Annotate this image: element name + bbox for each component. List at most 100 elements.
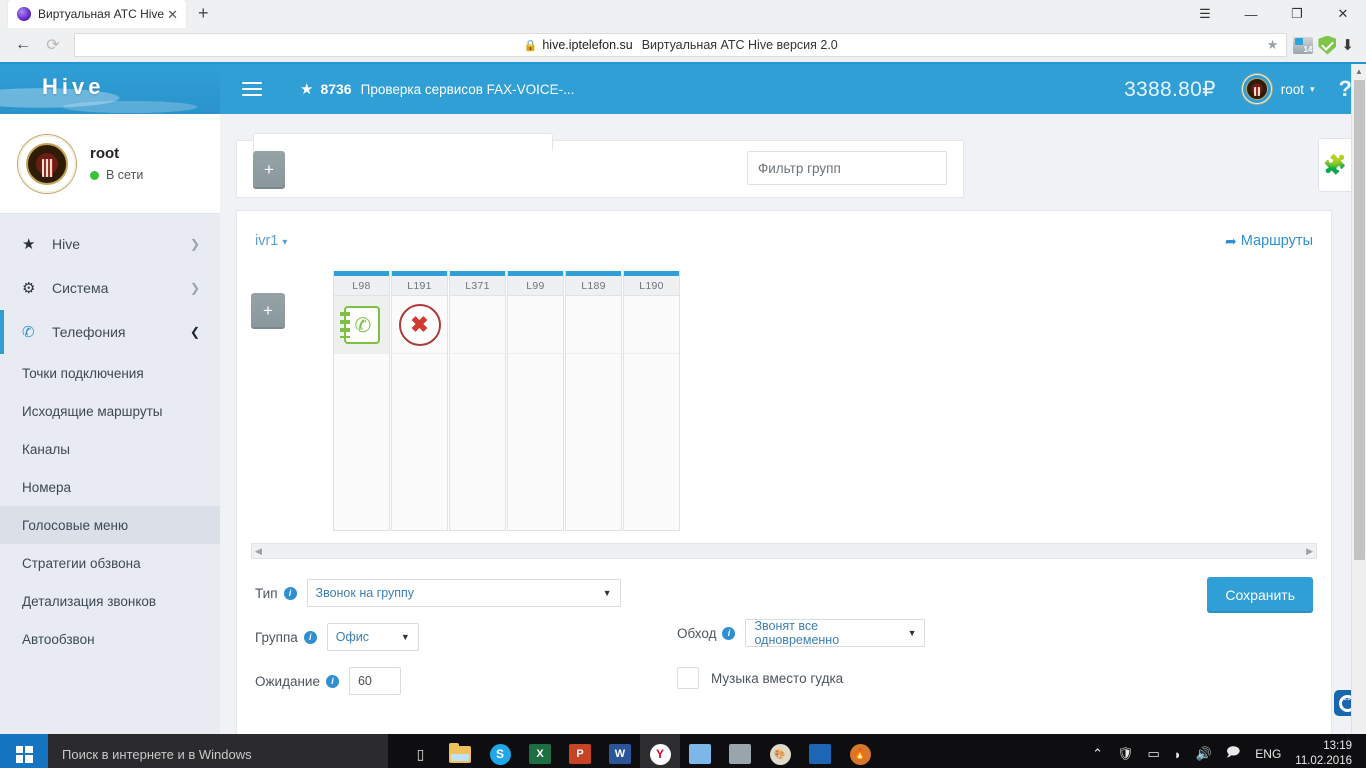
info-icon[interactable]: i <box>283 586 297 600</box>
taskbar-app-paint[interactable]: 🎨 <box>760 734 800 768</box>
address-bar[interactable]: 🔒 hive.iptelefon.su Виртуальная АТС Hive… <box>74 33 1288 57</box>
column-header: L189 <box>566 276 621 296</box>
sidebar-item-autodial[interactable]: Автообзвон <box>0 620 220 658</box>
tray-expand-icon[interactable]: ⌃ <box>1085 746 1110 762</box>
sidebar-item-voice-menus[interactable]: Голосовые меню <box>0 506 220 544</box>
maximize-icon[interactable]: ❐ <box>1274 0 1320 28</box>
ivr-cell[interactable] <box>624 296 679 354</box>
bypass-select[interactable]: Звонят все одновременно ▼ <box>745 619 926 647</box>
ivr-column[interactable]: L371 <box>449 271 506 531</box>
save-button[interactable]: Сохранить <box>1207 577 1313 613</box>
taskbar-app-monitor[interactable] <box>720 734 760 768</box>
info-icon[interactable]: i <box>325 674 339 688</box>
ivr-column[interactable]: L98 ✆ <box>333 271 390 531</box>
sidebar-item-label: Hive <box>52 236 81 252</box>
menu-icon[interactable] <box>242 78 262 100</box>
page-scrollbar[interactable]: ▲ <box>1351 64 1366 734</box>
close-icon[interactable]: ✕ <box>165 8 180 21</box>
sidebar-item-call-details[interactable]: Детализация звонков <box>0 582 220 620</box>
scrollbar-thumb[interactable] <box>1354 80 1365 560</box>
ivr-columns: L98 ✆ L191 ✖ L371 L99 L189 L190 <box>333 271 680 531</box>
routes-link[interactable]: ➦ Маршруты <box>1225 233 1313 250</box>
ivr-cell[interactable] <box>450 296 505 354</box>
ivr-cell[interactable] <box>508 296 563 354</box>
brand-logo-text: Hive <box>42 74 105 99</box>
chevron-down-icon: ▼ <box>602 588 612 598</box>
sidebar-subitem-label: Точки подключения <box>22 365 144 381</box>
sidebar-subitem-label: Каналы <box>22 441 70 457</box>
bookmark-star-icon[interactable]: ★ <box>1267 37 1279 53</box>
chevron-down-icon: ▾ <box>1310 83 1315 94</box>
sidebar-item-call-strategies[interactable]: Стратегии обзвона <box>0 544 220 582</box>
help-icon[interactable]: ? <box>1339 76 1352 102</box>
gears-icon: ⚙ <box>22 280 36 297</box>
browser-menu-icon[interactable]: ☰ <box>1182 0 1228 28</box>
groups-toolbar-panel: + <box>236 133 964 198</box>
window-close-icon[interactable]: ✕ <box>1320 0 1366 28</box>
url-host: hive.iptelefon.su <box>542 38 633 52</box>
phonebook-icon: ✆ <box>339 305 380 344</box>
action-center-icon[interactable]: 🗩 <box>1219 743 1247 765</box>
taskbar-app-blue[interactable] <box>800 734 840 768</box>
back-icon[interactable]: ← <box>8 32 38 58</box>
download-icon[interactable]: ⬇ <box>1341 38 1354 53</box>
panel-tab-stub <box>253 133 553 151</box>
info-icon[interactable]: i <box>303 630 317 644</box>
sidebar-nav: ★ Hive ❯ ⚙ Система ❯ ✆ Телефония ❮ Точки… <box>0 214 220 658</box>
taskbar-app-excel[interactable]: X <box>520 734 560 768</box>
ivr-column[interactable]: L99 <box>507 271 564 531</box>
task-view-button[interactable]: ▯ <box>400 734 440 768</box>
ivr-column[interactable]: L191 ✖ <box>391 271 448 531</box>
info-icon[interactable]: i <box>722 626 736 640</box>
group-filter-input[interactable] <box>747 151 947 185</box>
sidebar-item-telephony[interactable]: ✆ Телефония ❮ <box>0 310 220 354</box>
new-tab-button[interactable]: + <box>186 4 221 24</box>
add-group-button[interactable]: + <box>253 151 285 189</box>
taskbar-app-skype[interactable]: S <box>480 734 520 768</box>
reload-icon[interactable]: ⟳ <box>38 32 68 58</box>
security-icon[interactable]: 🛡 <box>1110 746 1141 762</box>
sidebar-item-connection-points[interactable]: Точки подключения <box>0 354 220 392</box>
taskbar-app-flame[interactable]: 🔥 <box>840 734 880 768</box>
battery-icon[interactable]: ▭ <box>1141 746 1167 762</box>
star-icon[interactable]: ★ <box>300 80 313 98</box>
sidebar-item-system[interactable]: ⚙ Система ❯ <box>0 266 220 310</box>
wait-label: Ожидание i <box>255 674 339 689</box>
ivr-column[interactable]: L189 <box>565 271 622 531</box>
volume-icon[interactable]: 🔊 <box>1189 746 1219 762</box>
ivr-name-label: ivr1 <box>255 233 279 249</box>
ivr-selector[interactable]: ivr1 ▾ <box>255 233 287 249</box>
profile-status: В сети <box>90 168 143 182</box>
clock[interactable]: 13:19 11.02.2016 <box>1289 739 1358 768</box>
ivr-cell[interactable]: ✆ <box>334 296 389 354</box>
minimize-icon[interactable]: — <box>1228 0 1274 28</box>
ivr-cell[interactable] <box>566 296 621 354</box>
taskbar-app-outlook[interactable] <box>680 734 720 768</box>
taskbar-app-powerpoint[interactable]: P <box>560 734 600 768</box>
taskbar-app-yandex-browser[interactable]: Y <box>640 734 680 768</box>
wait-input[interactable] <box>348 667 401 695</box>
taskbar-app-word[interactable]: W <box>600 734 640 768</box>
scroll-area: + ivr1▾ ➦ Маршруты + <box>220 114 1366 734</box>
type-select[interactable]: Звонок на группу ▼ <box>306 579 621 607</box>
taskbar-app-file-explorer[interactable] <box>440 734 480 768</box>
sidebar-item-hive[interactable]: ★ Hive ❯ <box>0 222 220 266</box>
group-select[interactable]: Офис ▼ <box>326 623 419 651</box>
scroll-up-icon[interactable]: ▲ <box>1352 64 1366 79</box>
start-button[interactable] <box>0 734 48 768</box>
add-level-button[interactable]: + <box>251 293 285 329</box>
sidebar-item-channels[interactable]: Каналы <box>0 430 220 468</box>
user-menu[interactable]: root ▾ <box>1241 74 1315 104</box>
language-indicator[interactable]: ENG <box>1247 747 1289 761</box>
puzzle-piece-icon[interactable]: 🧩 <box>1318 138 1352 192</box>
mail-extension-icon[interactable]: 14 <box>1293 36 1314 54</box>
ivr-cell[interactable]: ✖ <box>392 296 447 354</box>
browser-tab[interactable]: Виртуальная АТС Hive ве ✕ <box>8 0 186 28</box>
sidebar-item-outgoing-routes[interactable]: Исходящие маршруты <box>0 392 220 430</box>
music-checkbox[interactable] <box>677 667 699 689</box>
sidebar-item-numbers[interactable]: Номера <box>0 468 220 506</box>
network-icon[interactable]: ◗ <box>1167 747 1189 762</box>
ivr-column[interactable]: L190 <box>623 271 680 531</box>
taskbar-search[interactable]: Поиск в интернете и в Windows <box>48 734 388 768</box>
shield-extension-icon[interactable] <box>1318 35 1337 55</box>
